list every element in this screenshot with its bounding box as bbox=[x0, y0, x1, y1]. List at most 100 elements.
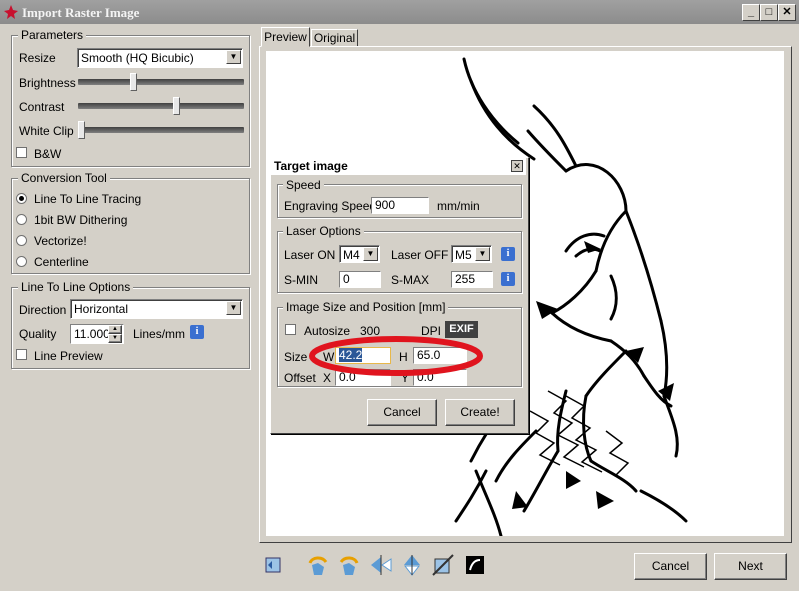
close-icon: ✕ bbox=[782, 6, 792, 18]
radio-vectorize[interactable] bbox=[16, 235, 27, 246]
bw-checkbox[interactable] bbox=[16, 147, 27, 158]
minimize-icon: _ bbox=[747, 6, 755, 18]
autosize-checkbox[interactable] bbox=[285, 324, 296, 335]
rotate-right-icon bbox=[339, 556, 359, 575]
parameters-group-label: Parameters bbox=[18, 28, 87, 42]
smax-input[interactable]: 255 bbox=[451, 271, 493, 288]
white-clip-slider-track[interactable] bbox=[78, 127, 244, 133]
option-dithering: 1bit BW Dithering bbox=[34, 213, 128, 227]
engraving-speed-value: 900 bbox=[375, 198, 396, 212]
smax-value: 255 bbox=[455, 272, 476, 286]
info-icon[interactable]: i bbox=[501, 247, 515, 261]
tab-original[interactable]: Original bbox=[311, 29, 358, 47]
target-image-dialog: Target image ✕ Speed Engraving Speed 900… bbox=[270, 157, 529, 434]
laser-on-value: M4 bbox=[343, 248, 360, 262]
rotate-left-button[interactable] bbox=[305, 552, 331, 578]
engraving-speed-input[interactable]: 900 bbox=[371, 197, 429, 214]
rotate-right-button[interactable] bbox=[336, 552, 362, 578]
option-centerline: Centerline bbox=[34, 255, 89, 269]
window-title: Import Raster Image bbox=[22, 5, 140, 20]
close-button[interactable]: ✕ bbox=[778, 4, 796, 21]
app-logo-icon bbox=[4, 5, 18, 19]
laser-options-group-label: Laser Options bbox=[283, 224, 364, 238]
resize-select[interactable]: Smooth (HQ Bicubic) ▼ bbox=[77, 48, 243, 68]
flip-horizontal-button[interactable] bbox=[368, 552, 394, 578]
dialog-title-bar: Target image ✕ bbox=[271, 158, 526, 175]
quality-down-button[interactable]: ▼ bbox=[108, 334, 122, 343]
minimize-button[interactable]: _ bbox=[742, 4, 760, 21]
direction-value: Horizontal bbox=[74, 302, 129, 316]
dialog-close-button[interactable]: ✕ bbox=[511, 160, 523, 172]
radio-dithering[interactable] bbox=[16, 214, 27, 225]
smin-input[interactable]: 0 bbox=[339, 271, 381, 288]
size-position-group-label: Image Size and Position [mm] bbox=[283, 300, 449, 314]
flip-vertical-icon bbox=[403, 555, 421, 576]
chevron-down-icon: ▼ bbox=[112, 335, 118, 341]
flip-horizontal-icon bbox=[371, 555, 392, 575]
quality-unit: Lines/mm bbox=[133, 327, 186, 341]
tab-preview[interactable]: Preview bbox=[261, 27, 310, 47]
chevron-down-icon: ▼ bbox=[226, 50, 241, 64]
invert-button[interactable] bbox=[462, 552, 488, 578]
info-icon[interactable]: i bbox=[501, 272, 515, 286]
laser-on-label: Laser ON bbox=[284, 248, 336, 262]
quality-up-button[interactable]: ▲ bbox=[108, 325, 122, 334]
rotate-left-icon bbox=[308, 556, 328, 575]
contrast-slider-track[interactable] bbox=[78, 103, 244, 109]
maximize-button[interactable]: □ bbox=[760, 4, 778, 21]
next-label: Next bbox=[738, 559, 763, 573]
conversion-tool-group-label: Conversion Tool bbox=[18, 171, 110, 185]
smin-value: 0 bbox=[343, 272, 350, 286]
radio-centerline[interactable] bbox=[16, 256, 27, 267]
crop-button[interactable] bbox=[430, 552, 456, 578]
quality-value: 11.000 bbox=[74, 327, 110, 341]
brightness-label: Brightness bbox=[19, 76, 76, 90]
create-button[interactable]: Create! bbox=[445, 399, 515, 426]
speed-unit: mm/min bbox=[437, 199, 480, 213]
laser-on-select[interactable]: M4 ▼ bbox=[339, 245, 380, 263]
cancel-label: Cancel bbox=[651, 559, 690, 573]
close-icon: ✕ bbox=[513, 161, 521, 171]
create-label: Create! bbox=[460, 405, 500, 419]
line-preview-label: Line Preview bbox=[34, 349, 103, 363]
reset-button[interactable] bbox=[260, 552, 286, 578]
direction-select[interactable]: Horizontal ▼ bbox=[70, 299, 243, 319]
speed-group-label: Speed bbox=[283, 178, 324, 192]
brightness-slider-thumb[interactable] bbox=[130, 73, 138, 91]
cancel-button[interactable]: Cancel bbox=[634, 553, 707, 580]
direction-label: Direction bbox=[19, 303, 67, 317]
radio-line-to-line[interactable] bbox=[16, 193, 27, 204]
info-icon[interactable]: i bbox=[190, 325, 204, 339]
chevron-down-icon: ▼ bbox=[226, 301, 241, 315]
highlight-circle bbox=[309, 336, 483, 376]
tab-preview-label: Preview bbox=[264, 30, 307, 44]
brightness-slider-track[interactable] bbox=[78, 79, 244, 85]
flip-vertical-button[interactable] bbox=[399, 552, 425, 578]
laser-off-select[interactable]: M5 ▼ bbox=[451, 245, 492, 263]
laser-off-value: M5 bbox=[455, 248, 472, 262]
invert-icon bbox=[466, 556, 484, 574]
white-clip-slider-thumb[interactable] bbox=[78, 121, 85, 139]
next-button[interactable]: Next bbox=[714, 553, 787, 580]
engraving-speed-label: Engraving Speed bbox=[284, 199, 377, 213]
maximize-icon: □ bbox=[765, 6, 773, 18]
laser-off-label: Laser OFF bbox=[391, 248, 449, 262]
option-vectorize: Vectorize! bbox=[34, 234, 87, 248]
chevron-up-icon: ▲ bbox=[112, 326, 118, 332]
white-clip-label: White Clip bbox=[19, 124, 74, 138]
option-line-to-line: Line To Line Tracing bbox=[34, 192, 142, 206]
bw-label: B&W bbox=[34, 147, 62, 161]
dialog-cancel-label: Cancel bbox=[383, 405, 421, 419]
dialog-cancel-button[interactable]: Cancel bbox=[367, 399, 437, 426]
line-preview-checkbox[interactable] bbox=[16, 349, 27, 360]
chevron-down-icon: ▼ bbox=[363, 247, 378, 261]
chevron-down-icon: ▼ bbox=[475, 247, 490, 261]
dialog-title: Target image bbox=[274, 159, 348, 173]
contrast-slider-thumb[interactable] bbox=[173, 97, 181, 115]
title-bar: Import Raster Image _ □ ✕ bbox=[0, 0, 799, 24]
resize-label: Resize bbox=[19, 51, 56, 65]
tab-original-label: Original bbox=[313, 31, 356, 45]
reset-icon bbox=[265, 557, 281, 573]
crop-icon bbox=[432, 554, 454, 576]
resize-value: Smooth (HQ Bicubic) bbox=[81, 51, 194, 65]
